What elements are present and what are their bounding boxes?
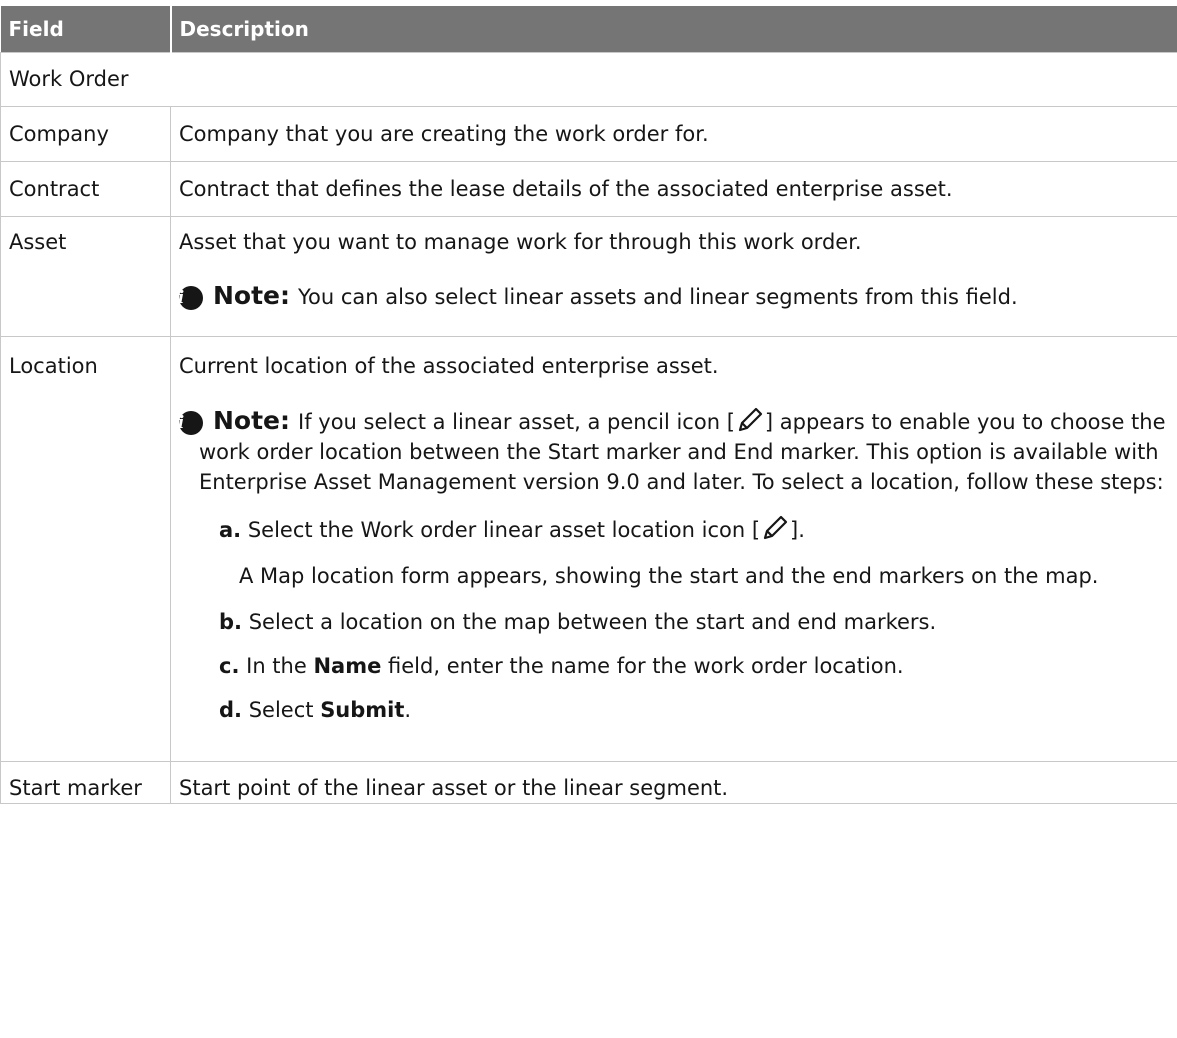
ui-field-name: Name [313, 654, 381, 678]
pencil-icon [760, 513, 790, 543]
section-row: Work Order [1, 53, 1177, 107]
table-row: Asset Asset that you want to manage work… [1, 217, 1177, 337]
fields-table: Field Description Work Order Company Com… [0, 6, 1177, 804]
table-row: Location Current location of the associa… [1, 337, 1177, 762]
field-description-cell: Current location of the associated enter… [171, 337, 1177, 762]
step-result: A Map location form appears, showing the… [219, 561, 1177, 591]
step-text: Select the Work order linear asset locat… [248, 518, 760, 542]
step-text: . [404, 698, 411, 722]
step-text: Select a location on the map between the… [249, 610, 936, 634]
step-letter: d. [219, 698, 242, 722]
note-text: If you select a linear asset, a pencil i… [298, 410, 735, 434]
field-name: Asset [1, 217, 171, 337]
field-description-cell: Asset that you want to manage work for t… [171, 217, 1177, 337]
step-item: b. Select a location on the map between … [219, 607, 1177, 637]
note-paragraph: iNote:If you select a linear asset, a pe… [199, 405, 1177, 497]
ui-button-name: Submit [320, 698, 404, 722]
field-name: Start marker [1, 762, 171, 804]
section-title: Work Order [1, 53, 1177, 107]
step-text: In the [246, 654, 307, 678]
step-text: Select [249, 698, 314, 722]
info-icon: i [179, 286, 203, 310]
table-row: Contract Contract that defines the lease… [1, 162, 1177, 217]
field-name: Contract [1, 162, 171, 217]
step-item: c. In the Name field, enter the name for… [219, 651, 1177, 681]
field-description: Contract that defines the lease details … [171, 162, 1177, 217]
info-icon: i [179, 411, 203, 435]
field-name: Company [1, 107, 171, 162]
field-description: Start point of the linear asset or the l… [171, 762, 1177, 804]
step-item: d. Select Submit. [219, 695, 1177, 725]
step-letter: a. [219, 518, 241, 542]
field-name: Location [1, 337, 171, 762]
note: i Note: You can also select linear assets … [179, 281, 1177, 312]
table-header-row: Field Description [1, 6, 1177, 53]
field-description: Current location of the associated enter… [179, 351, 1177, 381]
note-label: Note: [213, 406, 290, 435]
field-description: Company that you are creating the work o… [171, 107, 1177, 162]
step-letter: b. [219, 610, 242, 634]
pencil-icon [735, 405, 765, 435]
note-paragraph: iNote:You can also select linear assets … [199, 281, 1177, 312]
table-row: Company Company that you are creating th… [1, 107, 1177, 162]
table-row: Start marker Start point of the linear a… [1, 762, 1177, 804]
header-description: Description [171, 6, 1177, 53]
step-letter: c. [219, 654, 239, 678]
note: i Note: If you select a linear asset, a pe… [179, 405, 1177, 725]
steps-list: a. Select the Work order linear asset lo… [199, 513, 1177, 725]
header-field: Field [1, 6, 171, 53]
step-text: ]. [790, 518, 805, 542]
step-text: field, enter the name for the work order… [388, 654, 904, 678]
note-label: Note: [213, 281, 290, 310]
step-item: a. Select the Work order linear asset lo… [219, 513, 1177, 545]
note-text: You can also select linear assets and li… [298, 285, 1018, 309]
field-description: Asset that you want to manage work for t… [179, 227, 1177, 257]
